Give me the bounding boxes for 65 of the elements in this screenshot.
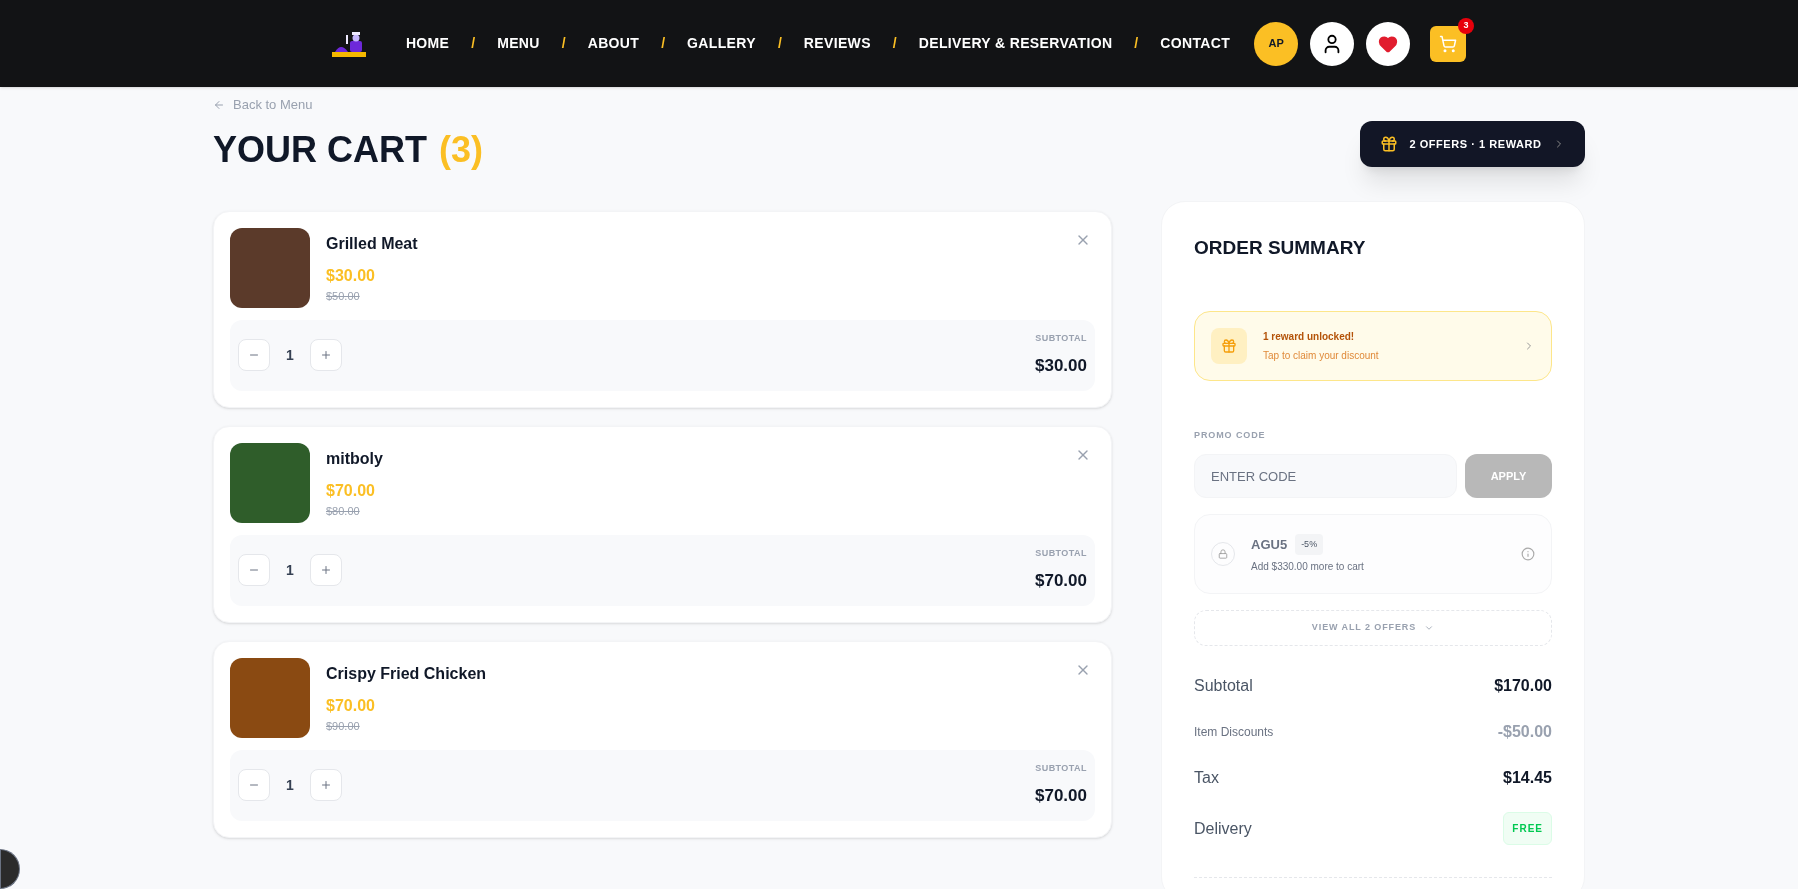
quantity-value: 1: [285, 560, 295, 580]
increase-button[interactable]: [310, 769, 342, 801]
offer-note: Add $330.00 more to cart: [1251, 560, 1365, 575]
chevron-down-icon: [1424, 623, 1435, 633]
subtotal-label: SUBTOTAL: [1035, 331, 1087, 345]
nav-separator: /: [661, 34, 666, 53]
increase-button[interactable]: [310, 339, 342, 371]
chef-logo-icon[interactable]: [331, 30, 366, 57]
arrow-left-icon: [213, 98, 225, 111]
item-subtotal: $70.00: [1035, 570, 1087, 592]
cart-icon: [1439, 34, 1458, 53]
nav-link[interactable]: ABOUT: [587, 33, 640, 54]
summary-label: Delivery: [1194, 818, 1252, 839]
discount-value: -$50.00: [1497, 722, 1552, 742]
plus-icon: [320, 349, 332, 361]
gift-icon: [1211, 327, 1247, 364]
nav-separator: /: [561, 34, 566, 53]
item-old-price: $90.00: [326, 718, 361, 734]
item-old-price: $80.00: [326, 503, 361, 519]
summary-value: $14.45: [1503, 768, 1552, 788]
quantity-value: 1: [285, 775, 295, 795]
nav-separator: /: [892, 34, 897, 53]
plus-icon: [320, 564, 332, 576]
summary-label: Item Discounts: [1194, 724, 1274, 741]
item-price: $30.00: [326, 265, 376, 286]
item-subtotal: $70.00: [1035, 785, 1087, 807]
promo-label: PROMO CODE: [1194, 428, 1267, 442]
user-avatar[interactable]: AP: [1254, 21, 1299, 66]
nav-link[interactable]: CONTACT: [1160, 33, 1231, 54]
reward-banner[interactable]: 1 reward unlocked! Tap to claim your discount: [1194, 310, 1552, 381]
item-old-price: $50.00: [326, 288, 361, 304]
offer-code: AGU5: [1251, 535, 1288, 554]
nav-separator: /: [1134, 34, 1139, 53]
nav-link[interactable]: DELIVERY & RESERVATION: [918, 33, 1113, 54]
offers-button[interactable]: 2 OFFERS · 1 REWARD: [1360, 121, 1585, 167]
item-name: mitboly: [326, 448, 384, 469]
free-badge: FREE: [1503, 812, 1552, 845]
cart-count: (3): [439, 127, 483, 172]
item-name: Grilled Meat: [326, 233, 419, 254]
item-name: Crispy Fried Chicken: [326, 663, 488, 684]
gift-icon: [1380, 135, 1398, 153]
nav-link[interactable]: HOME: [405, 33, 450, 54]
subtotal-label: SUBTOTAL: [1035, 761, 1087, 775]
nav-link[interactable]: MENU: [497, 33, 540, 54]
cart-count-badge: 3: [1458, 17, 1475, 34]
floating-round-button[interactable]: [0, 849, 20, 889]
offer-discount-badge: -5%: [1295, 533, 1324, 556]
nav-separator: /: [471, 34, 476, 53]
plus-icon: [320, 779, 332, 791]
page-title: YOUR CART: [213, 127, 427, 172]
item-subtotal: $30.00: [1035, 355, 1087, 377]
increase-button[interactable]: [310, 554, 342, 586]
quantity-value: 1: [285, 345, 295, 365]
heart-icon: [1378, 33, 1399, 54]
nav-link[interactable]: GALLERY: [687, 33, 756, 54]
nav-link[interactable]: REVIEWS: [803, 33, 871, 54]
summary-label: Subtotal: [1194, 676, 1253, 696]
item-price: $70.00: [326, 695, 376, 716]
summary-label: Tax: [1194, 768, 1219, 788]
item-price: $70.00: [326, 480, 376, 501]
nav-separator: /: [777, 34, 782, 53]
info-icon[interactable]: [1521, 547, 1535, 561]
summary-value: $170.00: [1494, 676, 1552, 696]
subtotal-label: SUBTOTAL: [1035, 546, 1087, 560]
summary-title: ORDER SUMMARY: [1194, 236, 1367, 260]
